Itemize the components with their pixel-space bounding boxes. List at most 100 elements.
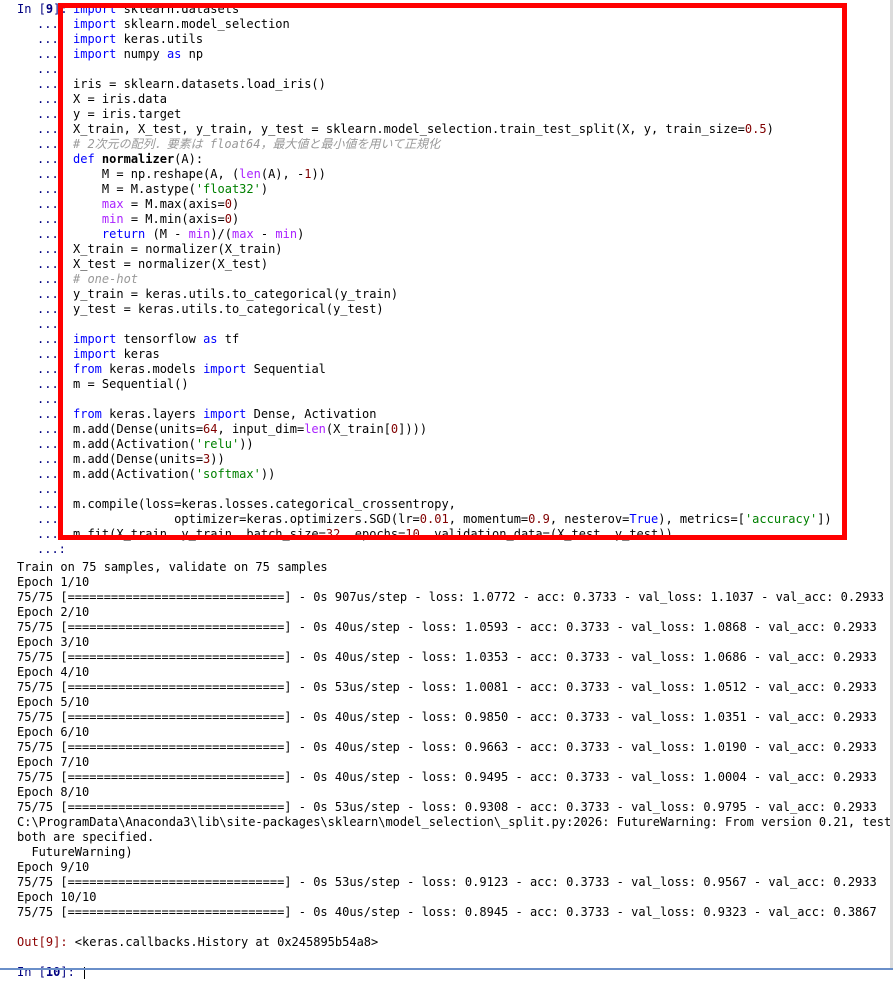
output-text: 75/75 [==============================] -…: [17, 770, 877, 784]
code-token: , momentum=: [448, 512, 529, 526]
output-text: Epoch 1/10: [17, 575, 90, 589]
code-text: iris = sklearn.datasets.load_iris(): [73, 77, 326, 92]
code-token: m.compile(loss=keras.losses.categorical_…: [73, 497, 456, 511]
result-value: <keras.callbacks.History at 0x245895b54a…: [67, 935, 379, 949]
code-token: ): [297, 227, 305, 241]
code-text: m.compile(loss=keras.losses.categorical_…: [73, 497, 456, 512]
code-token: as: [203, 332, 218, 346]
continuation-prompt: ...:: [37, 137, 66, 151]
code-token: max: [101, 197, 124, 211]
output-text: 75/75 [==============================] -…: [17, 800, 877, 814]
in-prompt-open: In [: [17, 2, 46, 16]
output-text: 75/75 [==============================] -…: [17, 710, 877, 724]
continuation-prompt: ...:: [37, 437, 66, 451]
code-text: import sklearn.datasets: [73, 2, 239, 17]
code-text: y_train = keras.utils.to_categorical(y_t…: [73, 287, 398, 302]
code-token: ): [766, 122, 774, 136]
continuation-prompt: ...:: [37, 242, 66, 256]
output-text: Train on 75 samples, validate on 75 samp…: [17, 560, 328, 574]
code-token: m = Sequential(): [73, 377, 189, 391]
output-text: both are specified.: [17, 830, 155, 844]
continuation-prompt: ...:: [37, 152, 66, 166]
continuation-prompt: ...:: [37, 467, 66, 481]
code-token: ]))): [398, 422, 428, 436]
output-text: C:\ProgramData\Anaconda3\lib\site-packag…: [17, 815, 893, 829]
continuation-prompt: ...:: [37, 317, 66, 331]
continuation-prompt: ...:: [37, 32, 66, 46]
code-token: True: [629, 512, 659, 526]
code-text: import keras.utils: [73, 32, 203, 47]
continuation-prompt: ...:: [37, 197, 66, 211]
code-token: from: [73, 407, 102, 421]
output-text: Epoch 5/10: [17, 695, 90, 709]
output-text: Epoch 10/10: [17, 890, 97, 904]
code-text: optimizer=keras.optimizers.SGD(lr=0.01, …: [73, 512, 832, 527]
code-text: min = M.min(axis=0): [73, 212, 239, 227]
code-token: )): [239, 437, 254, 451]
output-text: 75/75 [==============================] -…: [17, 875, 877, 889]
code-token: tensorflow: [116, 332, 204, 346]
continuation-prompt: ...:: [37, 257, 66, 271]
next-input-line[interactable]: In [10]:: [0, 950, 86, 979]
output-text: 75/75 [==============================] -…: [17, 650, 877, 664]
continuation-prompt: ...:: [37, 422, 66, 436]
code-token: import: [73, 32, 117, 46]
code-text: import sklearn.model_selection: [73, 17, 290, 32]
code-text: m.add(Activation('softmax')): [73, 467, 275, 482]
continuation-prompt: ...:: [37, 302, 66, 316]
code-token: ), metrics=[: [658, 512, 745, 526]
code-token: = M.min(axis=: [123, 212, 225, 226]
code-token: , epochs=: [340, 527, 406, 541]
code-token: max: [232, 227, 254, 241]
continuation-prompt: ...:: [37, 62, 66, 76]
code-token: as: [166, 47, 182, 61]
in-prompt-close: ]:: [53, 2, 68, 16]
continuation-prompt: ...:: [37, 287, 66, 301]
code-token: import: [73, 347, 117, 361]
code-token: 'float32': [195, 182, 261, 196]
code-token: y = iris.target: [73, 107, 182, 121]
code-token: import: [203, 362, 247, 376]
continuation-prompt: ...:: [37, 272, 66, 286]
output-text: Epoch 3/10: [17, 635, 90, 649]
code-text: m = Sequential(): [73, 377, 189, 392]
code-token: len: [239, 167, 261, 181]
output-text: 75/75 [==============================] -…: [17, 680, 877, 694]
continuation-prompt: ...:: [37, 47, 66, 61]
continuation-prompt: ...:: [37, 77, 66, 91]
code-token: )/(: [210, 227, 232, 241]
code-text: m.add(Dense(units=3)): [73, 452, 225, 467]
code-token: min: [188, 227, 211, 241]
code-token: import: [73, 332, 117, 346]
out-prompt: Out[9]:: [17, 935, 68, 949]
continuation-prompt: ...:: [37, 542, 66, 556]
code-token: (A):: [174, 152, 204, 166]
code-token: , input_dim=: [217, 422, 305, 436]
code-token: iris = sklearn.datasets.load_iris(): [73, 77, 326, 91]
code-token: = M.max(axis=: [123, 197, 225, 211]
code-text: m.add(Dense(units=64, input_dim=len(X_tr…: [73, 422, 427, 437]
code-text: X = iris.data: [73, 92, 167, 107]
code-token: 'softmax': [195, 467, 261, 481]
code-token: keras.utils: [116, 32, 204, 46]
code-token: sklearn.datasets: [116, 2, 240, 16]
code-token: np: [181, 47, 204, 61]
code-token: 'accuracy': [744, 512, 818, 526]
continuation-prompt: ...:: [37, 92, 66, 106]
code-token: import: [73, 47, 117, 61]
code-token: y_test = keras.utils.to_categorical(y_te…: [73, 302, 384, 316]
code-token: 0.5: [744, 122, 767, 136]
continuation-prompt: ...:: [37, 122, 66, 136]
code-token: , nesterov=: [549, 512, 630, 526]
continuation-prompt: ...:: [37, 167, 66, 181]
code-token: min: [275, 227, 298, 241]
code-token: import: [73, 17, 117, 31]
code-text: # one-hot: [73, 272, 138, 287]
ipython-console[interactable]: In [9]: import sklearn.datasets...: import…: [0, 0, 893, 979]
code-token: def: [73, 152, 95, 166]
code-token: )): [311, 167, 326, 181]
code-text: M = np.reshape(A, (len(A), -1)): [73, 167, 326, 182]
code-token: len: [304, 422, 326, 436]
code-token: normalizer: [101, 152, 175, 166]
